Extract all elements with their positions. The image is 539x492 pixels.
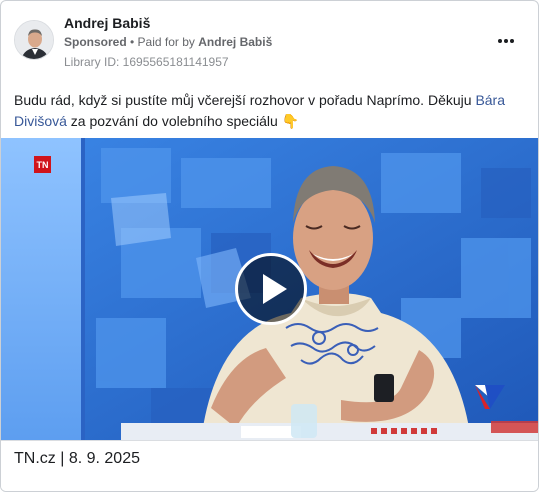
tn-channel-logo: TN <box>34 156 51 173</box>
pointing-down-emoji: 👇 <box>281 113 300 129</box>
play-button[interactable] <box>235 253 307 325</box>
channel-check-icon <box>475 385 505 409</box>
library-id: Library ID: 1695565181141957 <box>64 55 229 69</box>
video-caption: TN.cz | 8. 9. 2025 <box>14 450 140 467</box>
sponsored-label: Sponsored <box>64 35 127 49</box>
sponsored-line: Sponsored • Paid for by Andrej Babiš <box>64 35 272 49</box>
post-text-part1: Budu rád, když si pustíte můj včerejší r… <box>14 92 476 108</box>
more-horizontal-icon <box>498 39 502 43</box>
post-text: Budu rád, když si pustíte můj včerejší r… <box>14 90 519 132</box>
post-header: Andrej Babiš Sponsored • Paid for by And… <box>1 1 538 81</box>
avatar[interactable] <box>14 20 54 60</box>
page-name[interactable]: Andrej Babiš <box>64 15 150 31</box>
more-dot <box>510 39 514 43</box>
meta-separator: • <box>126 35 138 49</box>
ad-card: Andrej Babiš Sponsored • Paid for by And… <box>0 0 539 492</box>
more-options-button[interactable] <box>491 29 521 53</box>
video-player[interactable]: TN <box>1 138 538 440</box>
post-text-part2: za pozvání do volebního speciálu <box>66 113 282 129</box>
paid-for-name: Andrej Babiš <box>198 35 273 49</box>
paid-for-prefix: Paid for by <box>137 35 199 49</box>
video-caption-bar[interactable]: TN.cz | 8. 9. 2025 <box>1 440 538 491</box>
play-icon <box>263 274 287 304</box>
more-dot <box>504 39 508 43</box>
